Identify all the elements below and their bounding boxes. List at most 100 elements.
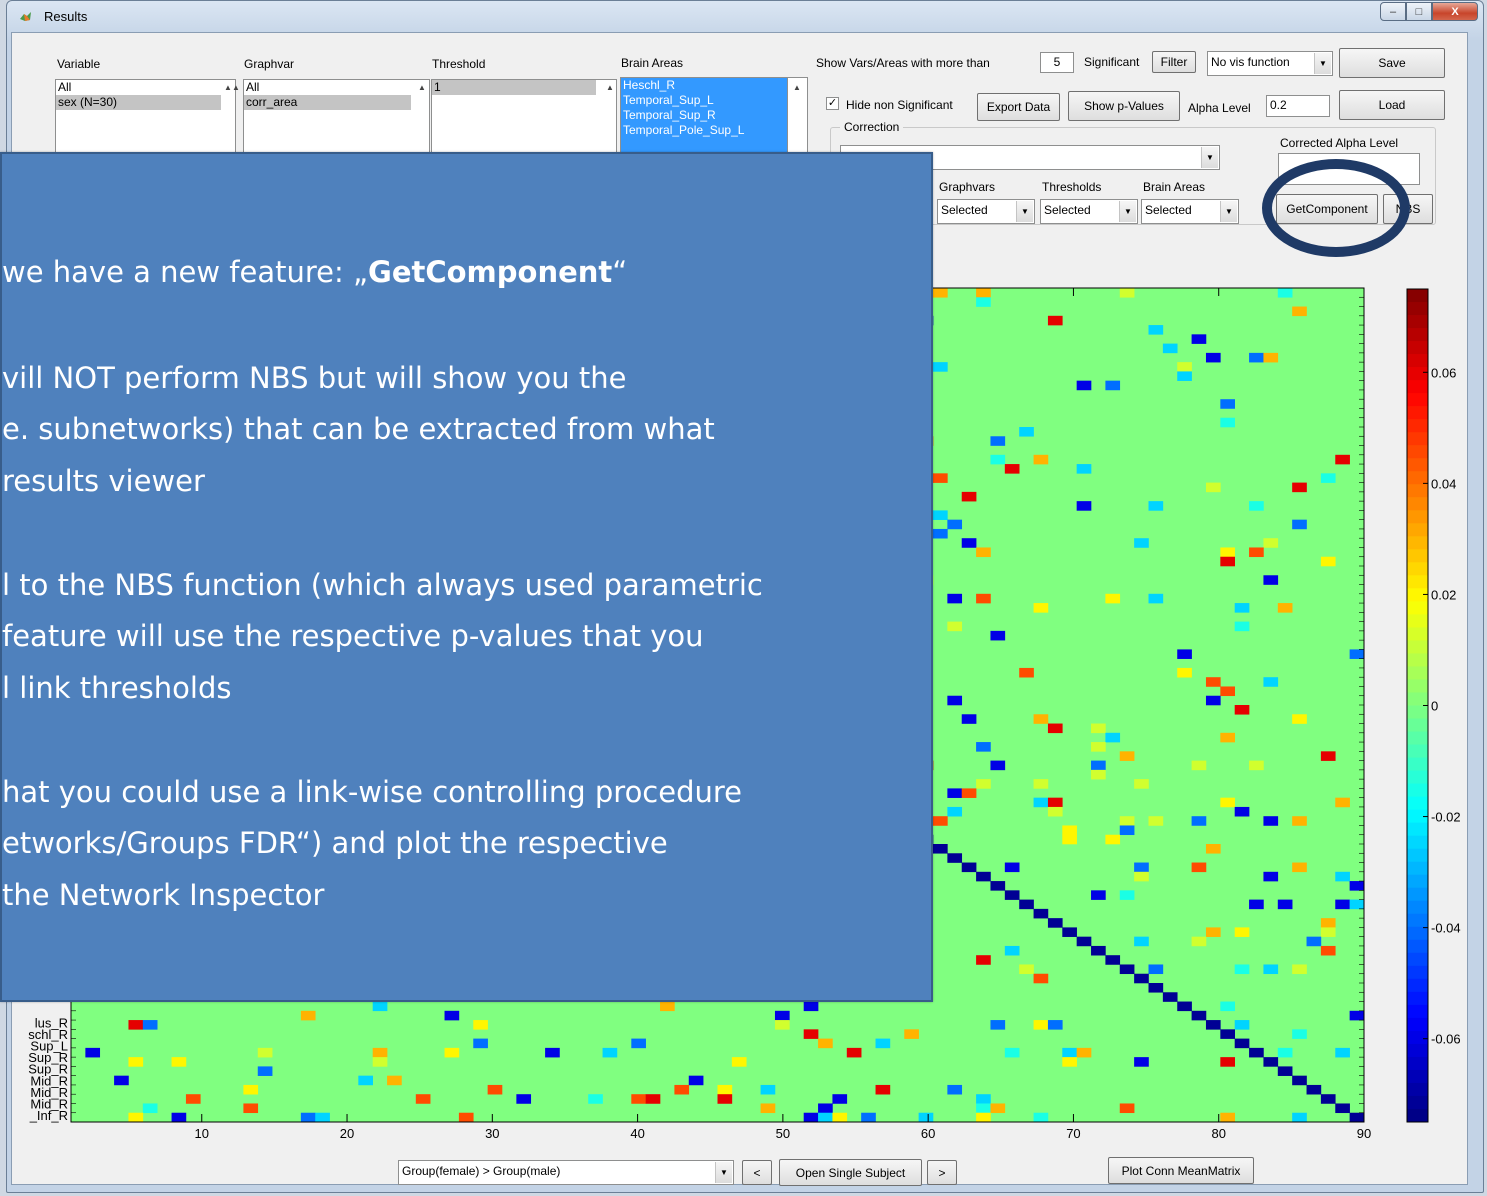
overlay-line-3: e. subnetworks) that can be extracted fr… (2, 412, 715, 446)
graphvars-dropdown[interactable]: Selected ▼ (937, 199, 1035, 224)
brain-areas-list[interactable]: Heschl_R Temporal_Sup_L Temporal_Sup_R T… (620, 77, 788, 157)
heatmap-cell (1033, 714, 1049, 724)
list-item[interactable]: sex (N=30) (56, 95, 221, 110)
open-single-subject-button[interactable]: Open Single Subject (779, 1159, 922, 1186)
x-tick-label: 70 (1066, 1126, 1080, 1141)
heatmap-cell (1076, 1047, 1092, 1058)
heatmap-cell (1234, 806, 1250, 817)
brain-areas-header: Brain Areas (621, 56, 684, 70)
colorbar-segment (1407, 718, 1428, 733)
list-item[interactable]: corr_area (244, 95, 411, 110)
list-item[interactable]: Temporal_Sup_L (621, 93, 787, 108)
heatmap-cell (760, 1103, 776, 1114)
heatmap-cell (444, 1010, 460, 1021)
heatmap-cell (1047, 797, 1063, 808)
colorbar-segment (1407, 432, 1428, 446)
list-item[interactable]: Temporal_Sup_R (621, 108, 787, 123)
save-button[interactable]: Save (1339, 48, 1445, 78)
colorbar-segment (1407, 796, 1428, 811)
heatmap-cell (1177, 362, 1192, 372)
heatmap-cell (372, 1001, 388, 1012)
heatmap-cell (1076, 501, 1092, 511)
next-subject-button[interactable]: > (927, 1160, 957, 1185)
list-item[interactable]: 1 (432, 80, 596, 95)
export-data-button[interactable]: Export Data (977, 93, 1060, 121)
correction-label: Correction (840, 120, 904, 134)
contrast-dropdown[interactable]: Group(female) > Group(male) ▼ (398, 1160, 734, 1185)
heatmap-cell (1234, 621, 1250, 632)
colorbar-segment (1407, 627, 1428, 641)
overlay-line-1: we have a new feature: „GetComponent“ (2, 250, 627, 295)
hide-non-significant-checkbox[interactable]: ✓ (826, 97, 839, 110)
heatmap-cell (1335, 899, 1350, 910)
heatmap-cell (1105, 732, 1121, 743)
vis-function-dropdown[interactable]: No vis function ▼ (1207, 51, 1333, 76)
colorbar-segment (1407, 523, 1428, 537)
previous-subject-button[interactable]: < (742, 1160, 772, 1185)
heatmap-cell (1091, 890, 1106, 900)
graphvar-list[interactable]: All corr_area ▲ (243, 79, 430, 159)
heatmap-cell (774, 1010, 790, 1021)
heatmap-cell (185, 1094, 201, 1104)
heatmap-cell (243, 1084, 259, 1095)
brain-areas-label: Brain Areas (1143, 180, 1206, 194)
title-bar: Results – □ X (7, 1, 1483, 31)
heatmap-cell (1234, 1020, 1250, 1030)
heatmap-cell (846, 1047, 862, 1058)
list-item[interactable]: Temporal_Pole_Sup_L (621, 123, 787, 138)
heatmap-cell (128, 1020, 144, 1030)
alpha-level-input[interactable]: 0.2 (1266, 95, 1330, 117)
colorbar-segment (1407, 445, 1428, 459)
heatmap-cell (1033, 973, 1049, 984)
brain-areas-dropdown[interactable]: Selected ▼ (1141, 199, 1239, 224)
heatmap-cell (1292, 482, 1307, 493)
load-button[interactable]: Load (1339, 90, 1445, 120)
heatmap-cell (1335, 797, 1350, 808)
heatmap-cell (315, 1112, 330, 1123)
scroll-up-icon[interactable]: ▲ (790, 80, 804, 94)
overlay-line-10: the Network Inspector (2, 878, 325, 912)
colorbar-segment (1407, 900, 1428, 915)
heatmap-cell (114, 1075, 129, 1086)
heatmap-cell (731, 1057, 747, 1067)
list-item[interactable]: Heschl_R (621, 78, 787, 93)
colorbar-segment (1407, 549, 1428, 563)
heatmap-cell (1263, 871, 1279, 882)
heatmap-cell (128, 1057, 144, 1067)
colorbar-segment (1407, 575, 1428, 589)
variable-list[interactable]: All sex (N=30) ▲ (55, 79, 236, 159)
minimize-button[interactable]: – (1380, 2, 1406, 21)
scroll-up-icon[interactable]: ▲ (243, 80, 244, 94)
heatmap-cell (1148, 964, 1164, 975)
heatmap-cell (1263, 538, 1279, 548)
heatmap-cell (1220, 686, 1235, 697)
heatmap-cell (1062, 834, 1077, 845)
scroll-up-icon[interactable]: ▲ (229, 80, 243, 94)
plot-conn-meanmatrix-button[interactable]: Plot Conn MeanMatrix (1108, 1157, 1254, 1184)
heatmap-cell (1033, 603, 1049, 613)
filter-button[interactable]: Filter (1152, 51, 1196, 73)
maximize-button[interactable]: □ (1406, 2, 1432, 21)
heatmap-cell (1047, 723, 1063, 734)
heatmap-cell (1033, 454, 1049, 465)
colorbar-tick-label: 0.02 (1431, 587, 1456, 602)
heatmap-cell (774, 1020, 790, 1030)
thresholds-dropdown[interactable]: Selected ▼ (1040, 199, 1138, 224)
scroll-up-icon[interactable]: ▲ (415, 80, 429, 94)
heatmap-cell (1249, 899, 1264, 910)
threshold-list[interactable]: 1 (431, 79, 617, 159)
heatmap-cell (1249, 1047, 1264, 1058)
show-p-values-button[interactable]: Show p-Values (1068, 91, 1180, 121)
heatmap-cell (1191, 816, 1207, 826)
colorbar-segment (1407, 1017, 1428, 1032)
list-item[interactable]: All (244, 80, 429, 95)
heatmap-cell (1205, 844, 1221, 854)
heatmap-cell (1234, 927, 1250, 937)
scroll-up-icon[interactable]: ▲ (603, 80, 617, 94)
brain-areas-scrollbar[interactable]: ▲ (788, 77, 808, 157)
list-item[interactable]: All (56, 80, 235, 95)
heatmap-cell (1062, 927, 1077, 937)
close-button[interactable]: X (1432, 2, 1478, 21)
heatmap-cell (1177, 667, 1192, 678)
show-more-than-input[interactable]: 5 (1040, 52, 1074, 73)
